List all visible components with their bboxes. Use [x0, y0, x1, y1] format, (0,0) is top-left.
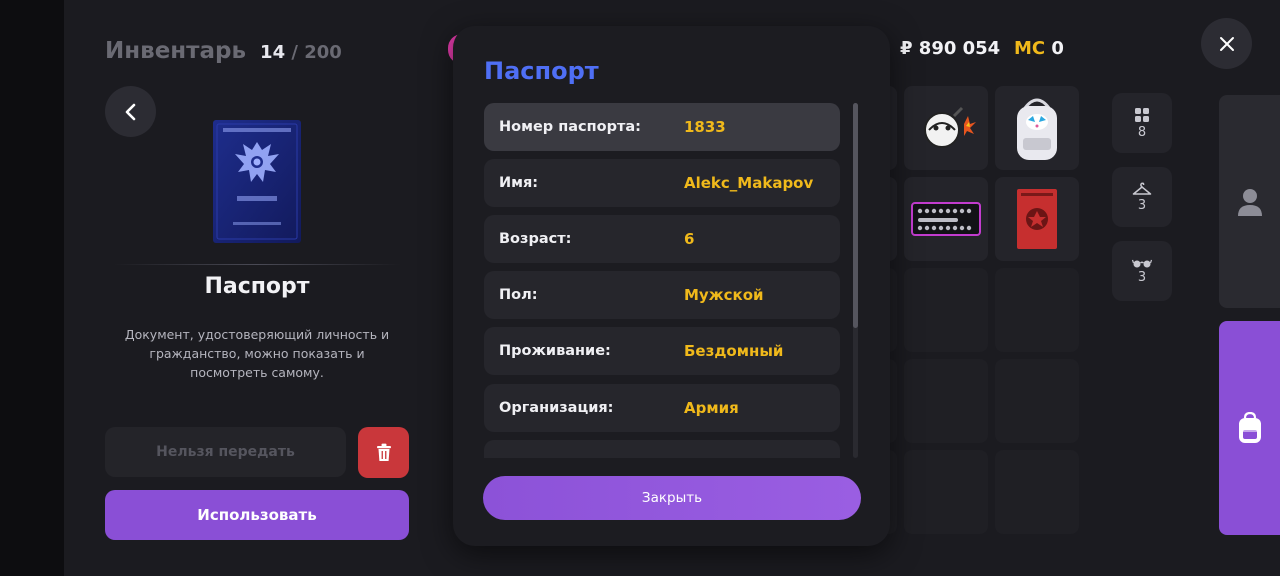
info-row: Номер паспорта: 1833	[484, 103, 840, 151]
grid-icon	[1135, 107, 1149, 122]
backpack-icon	[1238, 412, 1261, 443]
info-key: Имя:	[499, 175, 539, 191]
info-key: Пол:	[499, 287, 538, 303]
inventory-slot[interactable]	[995, 268, 1079, 352]
info-key: Организация:	[499, 400, 614, 416]
chevron-left-icon	[125, 103, 135, 120]
category-tab-accessories[interactable]: 3	[1112, 241, 1172, 301]
inventory-slot[interactable]	[995, 86, 1079, 170]
inventory-slot[interactable]	[904, 450, 988, 534]
scrollbar[interactable]	[853, 103, 858, 458]
inventory-slot[interactable]	[995, 359, 1079, 443]
category-tab-clothes[interactable]: 3	[1112, 167, 1172, 227]
red-document-icon	[1017, 189, 1057, 249]
info-value: Бездомный	[684, 342, 784, 360]
person-icon	[1237, 188, 1262, 216]
inventory-title: Инвентарь	[105, 38, 247, 64]
bomb-sticker-icon	[924, 106, 976, 148]
info-row: Организация: Армия	[484, 384, 840, 432]
use-button[interactable]: Использовать	[105, 490, 409, 540]
hanger-icon	[1132, 181, 1152, 195]
inventory-count-separator: /	[291, 42, 298, 63]
info-value: Мужской	[684, 286, 764, 304]
inventory-slot[interactable]	[904, 359, 988, 443]
item-divider	[113, 264, 401, 265]
inventory-slot[interactable]	[995, 450, 1079, 534]
passport-modal: Паспорт Номер паспорта: 1833 Имя: Alekc_…	[453, 26, 890, 546]
transfer-button[interactable]: Нельзя передать	[105, 427, 346, 477]
info-value: 1833	[684, 118, 726, 136]
info-value: Alekc_Makapov	[684, 174, 814, 192]
close-modal-button[interactable]: Закрыть	[483, 476, 861, 520]
item-name: Паспорт	[204, 274, 310, 299]
category-count: 3	[1137, 269, 1147, 285]
inventory-tab[interactable]	[1219, 321, 1280, 535]
category-count: 3	[1137, 197, 1147, 213]
modal-title: Паспорт	[484, 57, 599, 85]
inventory-count-max: 200	[304, 42, 342, 63]
character-tab[interactable]	[1219, 95, 1280, 308]
item-description: Документ, удостоверяющий личность и граж…	[124, 327, 390, 380]
trash-icon	[376, 443, 391, 461]
game-screen: Инвентарь 14 / 200 Паспорт Документ, удо…	[0, 0, 1280, 576]
scrollbar-thumb[interactable]	[853, 103, 858, 328]
info-value: Армия	[684, 399, 739, 417]
info-key: Возраст:	[499, 231, 572, 247]
passport-info-list: Номер паспорта: 1833 Имя: Alekc_Makapov …	[484, 103, 840, 458]
passport-book-icon	[213, 120, 301, 243]
info-row: Проживание: Бездомный	[484, 327, 840, 375]
info-row: Имя: Alekc_Makapov	[484, 159, 840, 207]
inventory-slot[interactable]	[995, 177, 1079, 261]
glasses-icon	[1132, 259, 1152, 267]
info-key: Номер паспорта:	[499, 119, 641, 135]
info-row: Возраст: 6	[484, 215, 840, 263]
info-value: 6	[684, 230, 695, 248]
mc-balance: MC 0	[1014, 38, 1064, 59]
inventory-slot[interactable]	[904, 86, 988, 170]
mc-label: MC	[1014, 38, 1046, 59]
inventory-slot[interactable]	[904, 177, 988, 261]
info-key: Проживание:	[499, 343, 611, 359]
info-row: Пол: Мужской	[484, 271, 840, 319]
close-inventory-button[interactable]	[1201, 18, 1252, 69]
back-button[interactable]	[105, 86, 156, 137]
close-icon	[1219, 36, 1234, 51]
info-row	[484, 440, 840, 458]
tool-set-icon	[911, 202, 981, 236]
inventory-header: Инвентарь 14 / 200	[105, 38, 342, 64]
inventory-count-current: 14	[260, 42, 286, 63]
money-balance: ₽ 890 054	[900, 38, 1001, 59]
left-strip	[0, 0, 64, 576]
inventory-count: 14 / 200	[260, 42, 342, 63]
category-tab-all[interactable]: 8	[1112, 93, 1172, 153]
backpack-item-icon	[1017, 98, 1057, 160]
mc-value: 0	[1051, 38, 1064, 59]
category-count: 8	[1137, 124, 1147, 140]
inventory-slot[interactable]	[904, 268, 988, 352]
delete-button[interactable]	[358, 427, 409, 478]
